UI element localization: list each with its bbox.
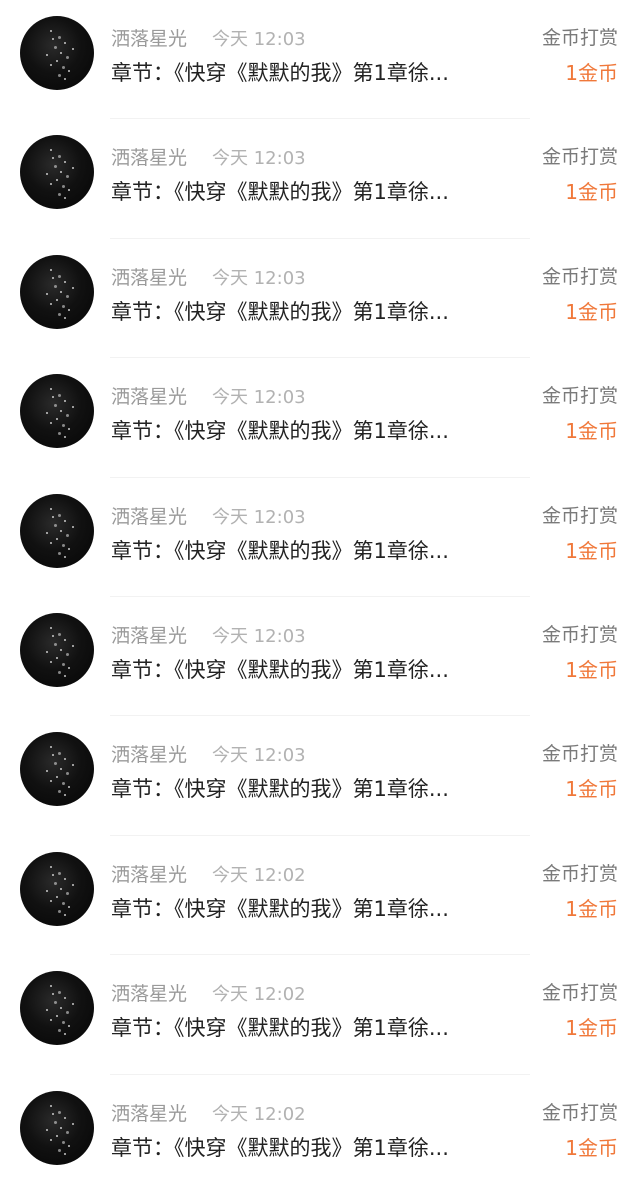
- user-avatar[interactable]: [20, 16, 94, 90]
- chapter-title[interactable]: 章节：《快穿《默默的我》第1章徐...: [111, 538, 521, 564]
- reward-record-row[interactable]: 洒落星光 今天 12:03 金币打赏 章节：《快穿《默默的我》第1章徐... 1金币: [0, 239, 640, 359]
- reward-record-row[interactable]: 洒落星光 今天 12:03 金币打赏 章节：《快穿《默默的我》第1章徐... 1金币: [0, 358, 640, 478]
- reward-time: 今天 12:03: [212, 745, 306, 767]
- chapter-title[interactable]: 章节：《快穿《默默的我》第1章徐...: [111, 418, 521, 444]
- user-avatar[interactable]: [20, 851, 94, 926]
- reward-time: 今天 12:03: [212, 626, 306, 647]
- chapter-title[interactable]: 章节：《快穿《默默的我》第1章徐...: [111, 657, 521, 683]
- reward-amount: 1金币: [565, 61, 618, 85]
- user-name[interactable]: 洒落星光: [111, 28, 187, 50]
- reward-amount: 1金币: [565, 538, 618, 563]
- reward-type: 金币打赏: [541, 1101, 618, 1124]
- starry-avatar-icon: [20, 852, 94, 926]
- reward-amount: 1金币: [565, 299, 618, 324]
- reward-record-row[interactable]: 洒落星光 今天 12:03 金币打赏 章节：《快穿《默默的我》第1章徐... 1金币: [0, 597, 640, 717]
- reward-record-list: 洒落星光 今天 12:03 金币打赏 章节：《快穿《默默的我》第1章徐... 1金币 洒落…: [0, 0, 640, 1178]
- reward-amount: 1金币: [565, 896, 618, 921]
- reward-type: 金币打赏: [541, 146, 618, 169]
- reward-time: 今天 12:03: [212, 148, 306, 170]
- user-avatar[interactable]: [20, 254, 94, 329]
- reward-amount: 1金币: [565, 1135, 618, 1160]
- user-avatar[interactable]: [20, 732, 94, 807]
- reward-record-row[interactable]: 洒落星光 今天 12:02 金币打赏 章节：《快穿《默默的我》第1章徐... 1金币: [0, 955, 640, 1075]
- starry-avatar-icon: [20, 255, 94, 329]
- user-avatar[interactable]: [20, 374, 94, 449]
- reward-record-row[interactable]: 洒落星光 今天 12:02 金币打赏 章节：《快穿《默默的我》第1章徐... 1金币: [0, 1075, 640, 1178]
- user-name[interactable]: 洒落星光: [111, 625, 187, 647]
- user-name[interactable]: 洒落星光: [111, 267, 187, 289]
- chapter-title[interactable]: 章节：《快穿《默默的我》第1章徐...: [111, 299, 521, 325]
- user-name[interactable]: 洒落星光: [111, 506, 187, 528]
- reward-type: 金币打赏: [541, 982, 618, 1005]
- starry-avatar-icon: [20, 16, 94, 90]
- user-name[interactable]: 洒落星光: [111, 386, 187, 408]
- reward-record-row[interactable]: 洒落星光 今天 12:03 金币打赏 章节：《快穿《默默的我》第1章徐... 1金币: [0, 119, 640, 240]
- user-avatar[interactable]: [20, 493, 94, 568]
- user-avatar[interactable]: [20, 135, 94, 210]
- chapter-title[interactable]: 章节：《快穿《默默的我》第1章徐...: [111, 179, 521, 205]
- chapter-title[interactable]: 章节：《快穿《默默的我》第1章徐...: [111, 1015, 521, 1041]
- reward-record-row[interactable]: 洒落星光 今天 12:03 金币打赏 章节：《快穿《默默的我》第1章徐... 1金币: [0, 0, 640, 120]
- reward-type: 金币打赏: [541, 743, 618, 766]
- reward-amount: 1金币: [565, 658, 618, 682]
- reward-type: 金币打赏: [541, 27, 618, 49]
- chapter-title[interactable]: 章节：《快穿《默默的我》第1章徐...: [111, 896, 521, 922]
- reward-type: 金币打赏: [541, 385, 618, 408]
- reward-time: 今天 12:02: [212, 864, 306, 886]
- starry-avatar-icon: [20, 732, 94, 806]
- user-avatar[interactable]: [20, 613, 94, 687]
- user-name[interactable]: 洒落星光: [111, 744, 187, 766]
- reward-time: 今天 12:03: [212, 387, 306, 409]
- reward-type: 金币打赏: [541, 862, 618, 885]
- reward-time: 今天 12:02: [212, 1103, 306, 1125]
- reward-amount: 1金币: [565, 180, 618, 205]
- chapter-title[interactable]: 章节：《快穿《默默的我》第1章徐...: [111, 60, 521, 86]
- reward-amount: 1金币: [565, 777, 618, 802]
- chapter-title[interactable]: 章节：《快穿《默默的我》第1章徐...: [111, 776, 521, 802]
- starry-avatar-icon: [20, 374, 94, 448]
- reward-record-row[interactable]: 洒落星光 今天 12:03 金币打赏 章节：《快穿《默默的我》第1章徐... 1金币: [0, 478, 640, 598]
- user-name[interactable]: 洒落星光: [111, 864, 187, 886]
- reward-type: 金币打赏: [541, 265, 618, 288]
- reward-record-row[interactable]: 洒落星光 今天 12:02 金币打赏 章节：《快穿《默默的我》第1章徐... 1金币: [0, 836, 640, 956]
- starry-avatar-icon: [20, 1091, 94, 1165]
- user-avatar[interactable]: [20, 971, 94, 1046]
- starry-avatar-icon: [20, 971, 94, 1045]
- user-avatar[interactable]: [20, 1090, 94, 1165]
- reward-record-row[interactable]: 洒落星光 今天 12:03 金币打赏 章节：《快穿《默默的我》第1章徐... 1金币: [0, 716, 640, 837]
- starry-avatar-icon: [20, 135, 94, 209]
- reward-time: 今天 12:02: [212, 984, 306, 1006]
- user-name[interactable]: 洒落星光: [111, 147, 187, 169]
- reward-type: 金币打赏: [541, 624, 618, 646]
- reward-type: 金币打赏: [541, 504, 618, 527]
- reward-time: 今天 12:03: [212, 29, 306, 50]
- reward-amount: 1金币: [565, 419, 618, 444]
- user-name[interactable]: 洒落星光: [111, 1103, 187, 1125]
- reward-time: 今天 12:03: [212, 267, 306, 289]
- reward-amount: 1金币: [565, 1016, 618, 1041]
- chapter-title[interactable]: 章节：《快穿《默默的我》第1章徐...: [111, 1135, 521, 1161]
- reward-time: 今天 12:03: [212, 506, 306, 528]
- starry-avatar-icon: [20, 494, 94, 568]
- starry-avatar-icon: [20, 613, 94, 687]
- user-name[interactable]: 洒落星光: [111, 983, 187, 1005]
